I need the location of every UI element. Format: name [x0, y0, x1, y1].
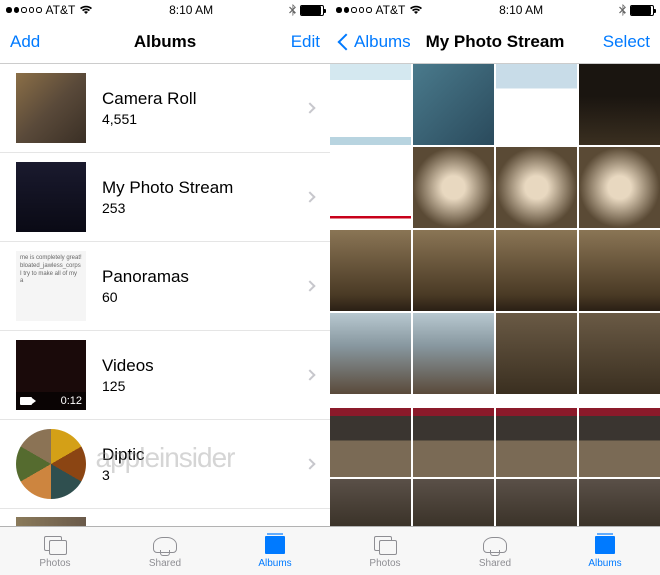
photos-icon — [374, 536, 396, 554]
phone-photo-stream: AT&T 8:10 AM Albums My Photo Stream Sele… — [330, 0, 660, 575]
video-duration: 0:12 — [61, 395, 82, 407]
chevron-right-icon — [304, 280, 315, 291]
photo-thumbnail[interactable] — [579, 396, 660, 477]
chevron-right-icon — [304, 191, 315, 202]
tab-label: Photos — [39, 558, 70, 569]
signal-dots-icon — [6, 7, 42, 13]
photo-thumbnail[interactable] — [413, 64, 494, 145]
photo-thumbnail[interactable] — [496, 230, 577, 311]
photo-thumbnail[interactable] — [413, 479, 494, 526]
photo-thumbnail[interactable] — [496, 479, 577, 526]
nav-bar: Add Albums Edit — [0, 20, 330, 64]
battery-icon — [300, 5, 324, 16]
clock-label: 8:10 AM — [169, 3, 213, 17]
photo-grid — [330, 64, 660, 526]
edit-button[interactable]: Edit — [291, 32, 320, 52]
chevron-right-icon — [304, 102, 315, 113]
tab-label: Shared — [479, 558, 511, 569]
battery-icon — [630, 5, 654, 16]
photo-thumbnail[interactable] — [413, 147, 494, 228]
chevron-right-icon — [304, 458, 315, 469]
tab-shared[interactable]: Shared — [110, 527, 220, 575]
chevron-right-icon — [304, 369, 315, 380]
photo-thumbnail[interactable] — [330, 313, 411, 394]
photo-thumbnail[interactable] — [330, 396, 411, 477]
carrier-label: AT&T — [376, 3, 406, 17]
album-name: Videos — [102, 356, 306, 376]
tab-shared[interactable]: Shared — [440, 527, 550, 575]
wifi-icon — [409, 5, 423, 15]
tab-bar: Photos Shared Albums — [0, 526, 330, 575]
album-row-partial[interactable] — [16, 517, 86, 526]
album-count: 60 — [102, 289, 306, 305]
video-camera-icon — [20, 397, 32, 405]
photo-thumbnail[interactable] — [579, 147, 660, 228]
cloud-icon — [483, 537, 507, 553]
tab-albums[interactable]: Albums — [550, 527, 660, 575]
album-count: 253 — [102, 200, 306, 216]
photo-thumbnail[interactable] — [496, 147, 577, 228]
photo-thumbnail[interactable] — [330, 64, 411, 145]
page-title: My Photo Stream — [426, 32, 565, 52]
add-button[interactable]: Add — [10, 32, 40, 52]
album-row-videos[interactable]: 0:12 Videos 125 — [0, 331, 330, 420]
photo-thumbnail[interactable] — [330, 479, 411, 526]
album-thumbnail: 0:12 — [16, 340, 86, 410]
tab-label: Albums — [258, 558, 291, 569]
photo-thumbnail[interactable] — [496, 396, 577, 477]
photos-icon — [44, 536, 66, 554]
chevron-left-icon — [338, 33, 355, 50]
nav-bar: Albums My Photo Stream Select — [330, 20, 660, 64]
photo-thumbnail[interactable] — [579, 230, 660, 311]
album-name: Diptic — [102, 445, 306, 465]
select-button[interactable]: Select — [603, 32, 650, 52]
tab-photos[interactable]: Photos — [0, 527, 110, 575]
album-count: 3 — [102, 467, 306, 483]
album-row-camera-roll[interactable]: Camera Roll 4,551 — [0, 64, 330, 153]
status-bar: AT&T 8:10 AM — [330, 0, 660, 20]
photo-thumbnail[interactable] — [579, 64, 660, 145]
album-thumbnail — [16, 73, 86, 143]
tab-label: Albums — [588, 558, 621, 569]
album-count: 125 — [102, 378, 306, 394]
page-title: Albums — [134, 32, 196, 52]
status-bar: AT&T 8:10 AM — [0, 0, 330, 20]
album-row-diptic[interactable]: Diptic 3 — [0, 420, 330, 509]
album-thumbnail: me is completely great! bloated_jawless_… — [16, 251, 86, 321]
photo-thumbnail[interactable] — [496, 64, 577, 145]
photo-thumbnail[interactable] — [330, 147, 411, 228]
photo-thumbnail[interactable] — [413, 396, 494, 477]
albums-icon — [265, 536, 285, 554]
phone-albums-list: AT&T 8:10 AM Add Albums Edit Camera Roll… — [0, 0, 330, 575]
album-name: Camera Roll — [102, 89, 306, 109]
photo-thumbnail[interactable] — [579, 313, 660, 394]
wifi-icon — [79, 5, 93, 15]
albums-icon — [595, 536, 615, 554]
carrier-label: AT&T — [46, 3, 76, 17]
album-list: Camera Roll 4,551 My Photo Stream 253 me… — [0, 64, 330, 526]
tab-bar: Photos Shared Albums — [330, 526, 660, 575]
album-row-photo-stream[interactable]: My Photo Stream 253 — [0, 153, 330, 242]
album-name: My Photo Stream — [102, 178, 306, 198]
tab-photos[interactable]: Photos — [330, 527, 440, 575]
photo-thumbnail[interactable] — [496, 313, 577, 394]
album-count: 4,551 — [102, 111, 306, 127]
photo-thumbnail[interactable] — [330, 230, 411, 311]
album-thumbnail — [16, 162, 86, 232]
bluetooth-icon — [619, 4, 626, 16]
album-thumbnail — [16, 429, 86, 499]
album-name: Panoramas — [102, 267, 306, 287]
photo-thumbnail[interactable] — [413, 230, 494, 311]
tab-label: Shared — [149, 558, 181, 569]
clock-label: 8:10 AM — [499, 3, 543, 17]
photo-thumbnail[interactable] — [579, 479, 660, 526]
back-button[interactable]: Albums — [340, 32, 411, 52]
tab-label: Photos — [369, 558, 400, 569]
signal-dots-icon — [336, 7, 372, 13]
photo-thumbnail[interactable] — [413, 313, 494, 394]
cloud-icon — [153, 537, 177, 553]
bluetooth-icon — [289, 4, 296, 16]
tab-albums[interactable]: Albums — [220, 527, 330, 575]
album-row-panoramas[interactable]: me is completely great! bloated_jawless_… — [0, 242, 330, 331]
